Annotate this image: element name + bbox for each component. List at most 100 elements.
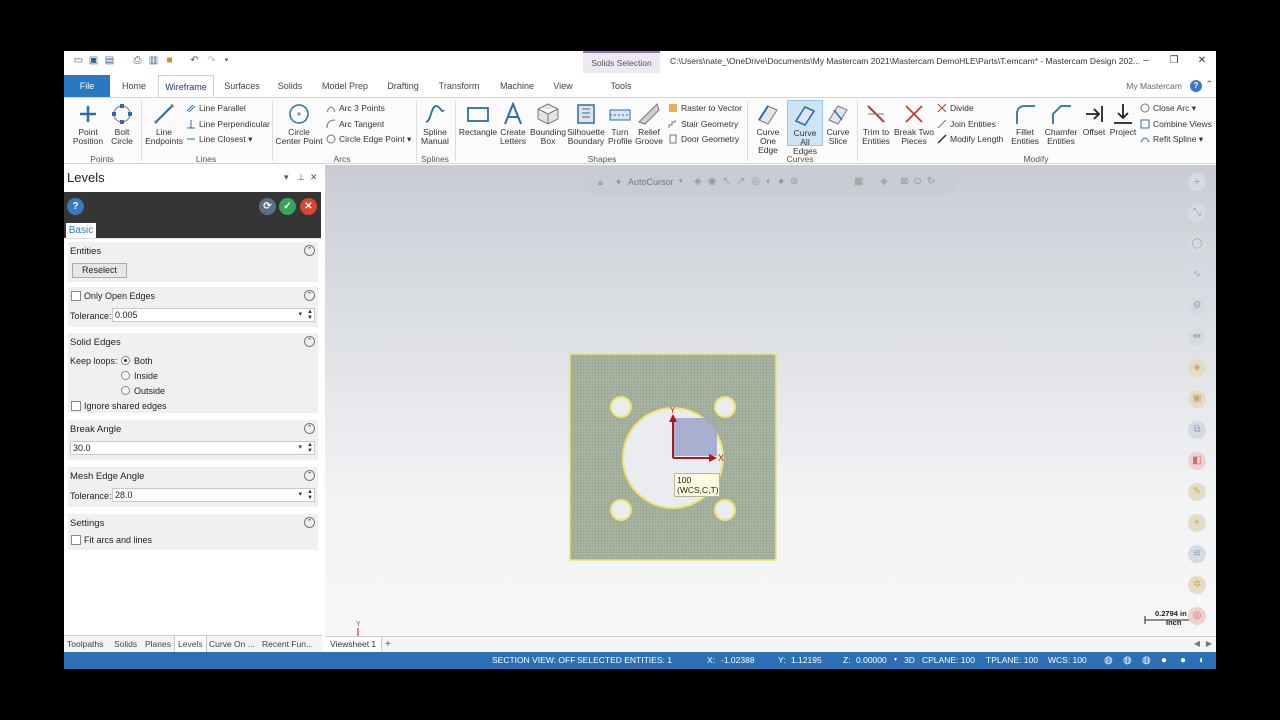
- my-mastercam-link[interactable]: My Mastercam: [1126, 75, 1182, 97]
- cancel-icon[interactable]: ✕: [300, 198, 317, 215]
- tab-machine[interactable]: Machine: [494, 75, 540, 97]
- line-endpoints-button[interactable]: Line Endpoints: [144, 102, 184, 146]
- globe-icon[interactable]: ◍: [1104, 652, 1113, 669]
- ok-icon[interactable]: ✓: [279, 198, 296, 215]
- dimension-icon[interactable]: ⇹: [1188, 328, 1206, 346]
- attribute-icon[interactable]: ⌖: [1188, 514, 1206, 532]
- raster-to-vector-button[interactable]: Raster to Vector: [668, 103, 742, 114]
- save-icon[interactable]: ▣: [88, 55, 99, 66]
- collapse-icon[interactable]: ⌃: [304, 423, 315, 434]
- gear-icon[interactable]: ⚙: [1188, 297, 1206, 315]
- help-icon[interactable]: ?: [1190, 80, 1202, 92]
- tab-basic[interactable]: Basic: [66, 223, 96, 238]
- graphics-viewport[interactable]: 🔒︎ ⌖ AutoCursor ▾ ◈◉↖↗◎◐●⊛ ▦ ◆ ⊠⊙↻ Y X 1…: [325, 165, 1216, 636]
- close-arc-button[interactable]: Close Arc ▾: [1140, 103, 1196, 114]
- fit-icon[interactable]: ⤡: [1188, 204, 1206, 222]
- arc-3-points-button[interactable]: Arc 3 Points: [326, 103, 385, 114]
- point-position-button[interactable]: Point Position: [70, 102, 106, 146]
- redo-icon[interactable]: ↷: [206, 55, 217, 66]
- clear-icon[interactable]: ◎: [1188, 607, 1206, 625]
- tab-solids-manager[interactable]: Solids: [114, 636, 137, 653]
- bookmark-icon[interactable]: ■: [164, 55, 175, 66]
- tab-file[interactable]: File: [64, 75, 110, 97]
- fillet-entities-button[interactable]: Fillet Entities: [1008, 102, 1042, 146]
- circle-edge-point-button[interactable]: Circle Edge Point ▾: [326, 134, 411, 145]
- keep-loops-inside-radio[interactable]: [121, 371, 130, 380]
- spinner-icon[interactable]: ▲ ▼: [307, 309, 313, 321]
- keep-loops-outside-radio[interactable]: [121, 386, 130, 395]
- bolt-circle-button[interactable]: Bolt Circle: [108, 102, 136, 146]
- mesh-edge-tolerance-field[interactable]: 28.0 ▾ ▲ ▼: [112, 488, 315, 502]
- tab-solids[interactable]: Solids: [270, 75, 310, 97]
- quick-access-dropdown-icon[interactable]: ▾: [221, 55, 232, 66]
- circle-view-icon[interactable]: ◯: [1188, 235, 1206, 253]
- create-letters-button[interactable]: Create Letters: [498, 102, 528, 146]
- ignore-shared-edges-checkbox[interactable]: [71, 401, 81, 411]
- break-two-pieces-button[interactable]: Break Two Pieces: [894, 102, 934, 146]
- wcs-status[interactable]: WCS: 100: [1048, 652, 1087, 669]
- dropdown-arrow-icon[interactable]: ▾: [298, 442, 302, 454]
- collapse-icon[interactable]: ⌃: [304, 517, 315, 528]
- wireframe-globe-icon[interactable]: ◍: [1123, 652, 1132, 669]
- tab-home[interactable]: Home: [114, 75, 154, 97]
- panel-close-icon[interactable]: ✕: [310, 172, 318, 183]
- tab-toolpaths[interactable]: Toolpaths: [67, 636, 103, 653]
- collapse-icon[interactable]: ⌃: [304, 290, 315, 301]
- section-view-status[interactable]: SECTION VIEW: OFF: [492, 652, 575, 669]
- tab-drafting[interactable]: Drafting: [380, 75, 426, 97]
- tab-surfaces[interactable]: Surfaces: [220, 75, 264, 97]
- spinner-icon[interactable]: ▲ ▼: [307, 489, 313, 501]
- add-view-icon[interactable]: +: [1188, 173, 1206, 191]
- bolt-hole-bottom-right[interactable]: [714, 499, 736, 521]
- line-perpendicular-button[interactable]: Line Perpendicular: [186, 119, 270, 130]
- save-as-icon[interactable]: ▥: [148, 55, 159, 66]
- arc-tangent-button[interactable]: Arc Tangent: [326, 119, 384, 130]
- bolt-hole-top-right[interactable]: [714, 396, 736, 418]
- tab-tools[interactable]: Tools: [605, 75, 637, 97]
- collapse-icon[interactable]: ⌃: [304, 245, 315, 256]
- bounding-box-button[interactable]: Bounding Box: [530, 102, 566, 146]
- open-file-icon[interactable]: ▤: [104, 55, 115, 66]
- break-angle-field[interactable]: 30.0 ▾ ▲ ▼: [70, 441, 315, 455]
- chamfer-entities-button[interactable]: Chamfer Entities: [1042, 102, 1080, 146]
- selected-entities-status[interactable]: SELECTED ENTITIES: 1: [577, 652, 672, 669]
- add-viewsheet-button[interactable]: +: [385, 637, 391, 652]
- divide-button[interactable]: Divide: [937, 103, 974, 114]
- spline-manual-button[interactable]: Spline Manual: [418, 102, 452, 146]
- turn-profile-button[interactable]: Turn Profile: [606, 102, 634, 146]
- tab-levels[interactable]: Levels: [174, 636, 207, 653]
- mode-3d[interactable]: 3D: [904, 652, 915, 669]
- stair-geometry-button[interactable]: Stair Geometry: [668, 119, 738, 130]
- join-entities-button[interactable]: Join Entities: [937, 119, 996, 130]
- settings-icon[interactable]: ✲: [1188, 576, 1206, 594]
- pen-icon[interactable]: ✎: [1188, 483, 1206, 501]
- modify-length-button[interactable]: Modify Length: [937, 134, 1003, 145]
- close-window-button[interactable]: ✕: [1188, 51, 1216, 71]
- refit-spline-button[interactable]: Refit Spline ▾: [1140, 134, 1203, 145]
- dropdown-arrow-icon[interactable]: ▾: [298, 489, 302, 501]
- scroll-right-icon[interactable]: ▶: [1206, 639, 1212, 648]
- viewsheet-tab[interactable]: Viewsheet 1: [325, 637, 383, 652]
- open-edges-tolerance-field[interactable]: 0.005 ▾ ▲ ▼: [112, 308, 315, 322]
- combine-views-button[interactable]: Combine Views: [1140, 119, 1212, 130]
- reselect-button[interactable]: Reselect: [72, 263, 127, 278]
- layers-icon[interactable]: ⧉: [1188, 421, 1206, 439]
- box-icon[interactable]: ▣: [1188, 390, 1206, 408]
- curve-one-edge-button[interactable]: Curve One Edge: [750, 102, 786, 155]
- new-file-icon[interactable]: ▭: [73, 55, 84, 66]
- spinner-icon[interactable]: ▲ ▼: [307, 442, 313, 454]
- pin-icon[interactable]: ⊥: [297, 172, 305, 183]
- bolt-hole-bottom-left[interactable]: [610, 499, 632, 521]
- curve-view-icon[interactable]: ∿: [1188, 266, 1206, 284]
- tplane-status[interactable]: TPLANE: 100: [986, 652, 1038, 669]
- line-parallel-button[interactable]: Line Parallel: [186, 103, 246, 114]
- silhouette-boundary-button[interactable]: Silhouette Boundary: [566, 102, 606, 146]
- panel-menu-icon[interactable]: ▾: [284, 172, 289, 183]
- minimize-button[interactable]: –: [1132, 51, 1160, 71]
- tab-model-prep[interactable]: Model Prep: [318, 75, 372, 97]
- stack-icon[interactable]: ≋: [1188, 545, 1206, 563]
- tab-planes[interactable]: Planes: [145, 636, 171, 653]
- z-dropdown-icon[interactable]: ▾: [894, 652, 897, 669]
- project-button[interactable]: Project: [1108, 102, 1138, 137]
- circle-center-point-button[interactable]: Circle Center Point: [275, 102, 323, 146]
